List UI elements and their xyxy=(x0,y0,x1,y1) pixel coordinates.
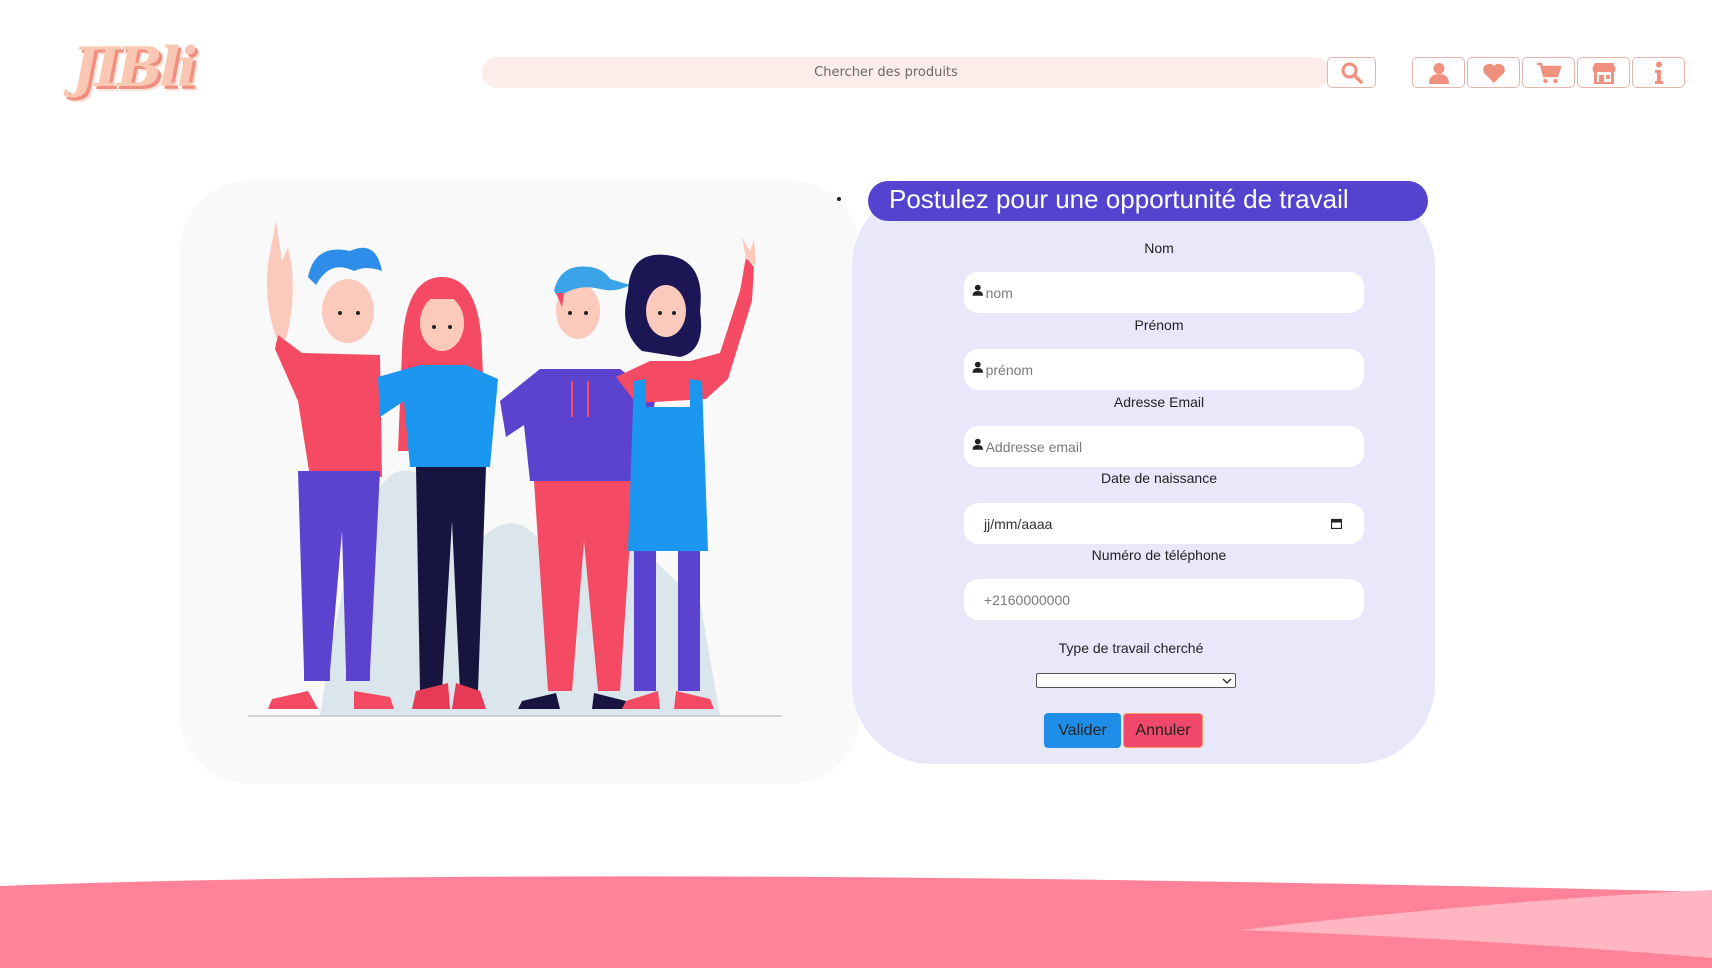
nom-input[interactable] xyxy=(985,272,1364,313)
prenom-input[interactable] xyxy=(985,349,1364,390)
list-bullet xyxy=(837,197,841,201)
cancel-button[interactable]: Annuler xyxy=(1123,713,1203,748)
calendar-icon[interactable] xyxy=(1331,518,1342,529)
store-button[interactable] xyxy=(1577,57,1630,88)
prenom-field xyxy=(964,349,1364,390)
cart-button[interactable] xyxy=(1522,57,1575,88)
heart-icon xyxy=(1482,63,1505,83)
email-input[interactable] xyxy=(985,426,1364,467)
nom-label: Nom xyxy=(1144,240,1174,256)
submit-button[interactable]: Valider xyxy=(1044,713,1121,748)
logo-text: JIBli xyxy=(72,35,197,99)
phone-label: Numéro de téléphone xyxy=(1091,547,1227,563)
dob-field[interactable]: jj/mm/aaaa xyxy=(964,503,1364,544)
phone-field xyxy=(964,579,1364,620)
form-title: Postulez pour une opportunité de travail xyxy=(868,181,1428,221)
user-icon xyxy=(972,284,984,296)
job-type-select[interactable] xyxy=(1036,673,1236,688)
dob-label: Date de naissance xyxy=(1101,470,1217,486)
search-input[interactable] xyxy=(482,57,1330,88)
user-icon xyxy=(972,361,984,373)
nom-field xyxy=(964,272,1364,313)
team-illustration xyxy=(248,221,782,717)
footer-wave xyxy=(0,876,1712,968)
search-button[interactable] xyxy=(1327,57,1376,88)
store-icon xyxy=(1591,62,1616,84)
job-type-label: Type de travail cherché xyxy=(1058,640,1204,656)
search-icon xyxy=(1341,62,1363,84)
search-bar xyxy=(482,57,1330,88)
wishlist-button[interactable] xyxy=(1467,57,1520,88)
info-button[interactable] xyxy=(1632,57,1685,88)
prenom-label: Prénom xyxy=(1134,317,1184,333)
person-4 xyxy=(616,237,756,709)
email-label: Adresse Email xyxy=(1113,394,1205,410)
info-icon xyxy=(1654,61,1663,84)
header-nav xyxy=(1412,57,1685,88)
phone-input[interactable] xyxy=(984,579,1364,620)
illustration-card xyxy=(180,181,860,784)
account-button[interactable] xyxy=(1412,57,1465,88)
dob-input[interactable]: jj/mm/aaaa xyxy=(972,516,1331,532)
cart-icon xyxy=(1536,62,1561,83)
chevron-down-icon xyxy=(1222,678,1232,684)
email-field xyxy=(964,426,1364,467)
site-logo[interactable]: JIBli xyxy=(72,35,197,99)
user-icon xyxy=(1428,62,1449,84)
user-icon xyxy=(972,438,984,450)
